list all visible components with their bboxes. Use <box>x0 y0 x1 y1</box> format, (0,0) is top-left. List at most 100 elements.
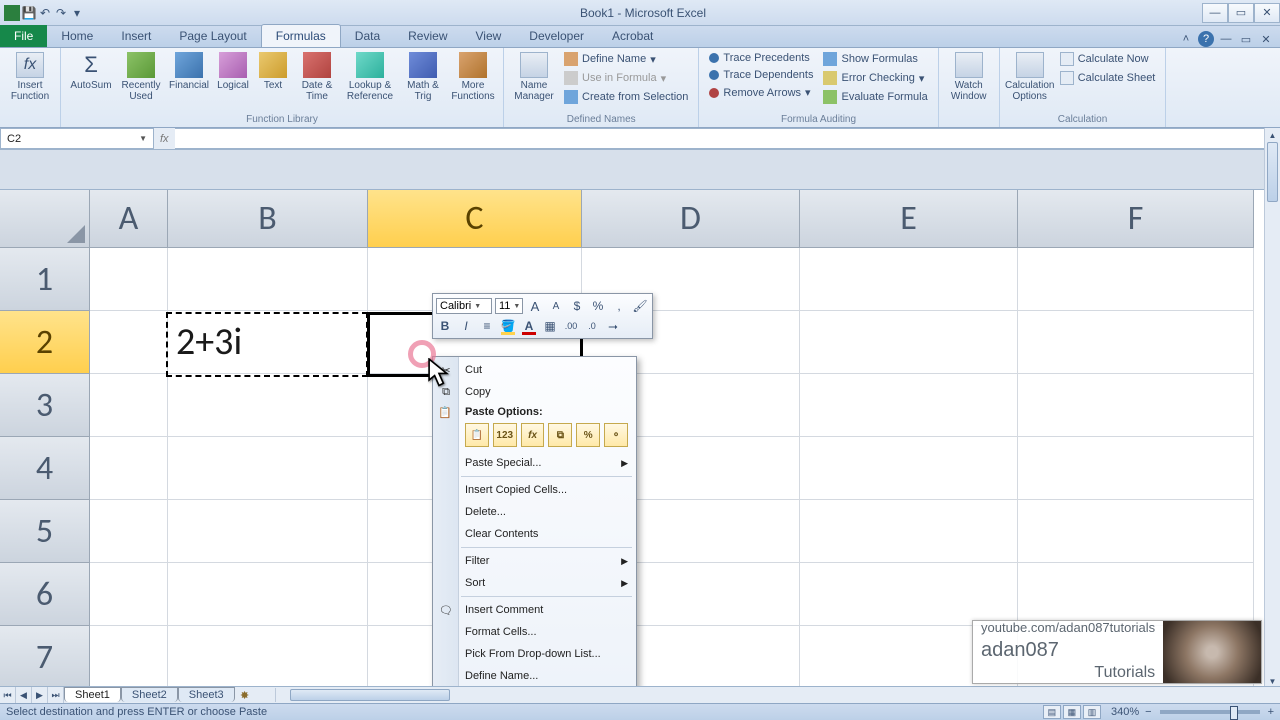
paste-all-icon[interactable]: 📋 <box>465 423 489 447</box>
font-color-icon[interactable]: A <box>520 317 538 335</box>
create-from-selection-button[interactable]: Create from Selection <box>560 88 692 106</box>
vscroll-thumb[interactable] <box>1267 142 1278 202</box>
sheet-tab-1[interactable]: Sheet1 <box>64 687 121 702</box>
view-page-break-icon[interactable]: ▥ <box>1083 705 1101 719</box>
workbook-close[interactable]: ✕ <box>1258 31 1274 47</box>
spreadsheet-grid[interactable]: A B C D E F 1 22+3i 3 4 5 6 7 <box>0 190 1280 689</box>
mini-font-select[interactable]: Calibri▼ <box>436 298 492 314</box>
qat-redo[interactable]: ↷ <box>54 6 68 20</box>
view-normal-icon[interactable]: ▤ <box>1043 705 1061 719</box>
ctx-clear[interactable]: Clear Contents <box>433 523 636 545</box>
recently-used-button[interactable]: Recently Used <box>117 50 165 104</box>
format-painter-icon[interactable]: 🖌 <box>631 297 649 315</box>
trace-precedents-button[interactable]: Trace Precedents <box>705 50 817 66</box>
paste-formulas-icon[interactable]: fx <box>521 423 545 447</box>
paste-values-icon[interactable]: 123 <box>493 423 517 447</box>
window-maximize[interactable]: ▭ <box>1228 3 1254 23</box>
row-header-3[interactable]: 3 <box>0 374 90 437</box>
formula-bar-expand[interactable] <box>0 150 1280 190</box>
new-sheet-icon[interactable]: ✸ <box>235 689 255 702</box>
workbook-minimize[interactable]: — <box>1218 31 1234 47</box>
merge-icon[interactable]: ⭢ <box>604 317 622 335</box>
zoom-out-icon[interactable]: − <box>1145 706 1151 718</box>
evaluate-formula-button[interactable]: Evaluate Formula <box>819 88 931 106</box>
col-header-e[interactable]: E <box>800 190 1018 248</box>
window-close[interactable]: ✕ <box>1254 3 1280 23</box>
date-time-button[interactable]: Date & Time <box>293 50 341 104</box>
hscroll-thumb[interactable] <box>290 689 450 701</box>
tab-view[interactable]: View <box>462 25 516 47</box>
sheet-nav-last[interactable]: ⏭ <box>48 687 64 703</box>
sheet-nav-first[interactable]: ⏮ <box>0 687 16 703</box>
help-icon[interactable]: ? <box>1198 31 1214 47</box>
decrease-decimal-icon[interactable]: .0 <box>583 317 601 335</box>
paste-link-icon[interactable]: ⚬ <box>604 423 628 447</box>
row-header-7[interactable]: 7 <box>0 626 90 689</box>
name-manager-button[interactable]: Name Manager <box>510 50 558 104</box>
col-header-f[interactable]: F <box>1018 190 1254 248</box>
math-trig-button[interactable]: Math & Trig <box>399 50 447 104</box>
grow-font-icon[interactable]: A <box>526 297 544 315</box>
tab-data[interactable]: Data <box>341 25 394 47</box>
financial-button[interactable]: Financial <box>167 50 211 93</box>
more-functions-button[interactable]: More Functions <box>449 50 497 104</box>
sheet-tab-3[interactable]: Sheet3 <box>178 687 235 702</box>
comma-icon[interactable]: , <box>610 297 628 315</box>
watch-window-button[interactable]: Watch Window <box>945 50 993 104</box>
currency-icon[interactable]: $ <box>568 297 586 315</box>
paste-formatting-icon[interactable]: % <box>576 423 600 447</box>
lookup-reference-button[interactable]: Lookup & Reference <box>343 50 397 104</box>
calculate-sheet-button[interactable]: Calculate Sheet <box>1056 69 1160 87</box>
row-header-5[interactable]: 5 <box>0 500 90 563</box>
cell-b2[interactable]: 2+3i <box>168 311 368 374</box>
select-all-corner[interactable] <box>0 190 90 248</box>
horizontal-scrollbar[interactable] <box>275 688 1280 702</box>
italic-icon[interactable]: I <box>457 317 475 335</box>
col-header-b[interactable]: B <box>168 190 368 248</box>
zoom-slider[interactable] <box>1160 710 1260 714</box>
bold-icon[interactable]: B <box>436 317 454 335</box>
view-page-layout-icon[interactable]: ▦ <box>1063 705 1081 719</box>
fill-color-icon[interactable]: 🪣 <box>499 317 517 335</box>
ctx-paste-special[interactable]: Paste Special...▶ <box>433 452 636 474</box>
row-header-6[interactable]: 6 <box>0 563 90 626</box>
ctx-delete[interactable]: Delete... <box>433 501 636 523</box>
insert-function-button[interactable]: fx Insert Function <box>6 50 54 104</box>
formula-bar[interactable] <box>175 128 1280 149</box>
increase-decimal-icon[interactable]: .00 <box>562 317 580 335</box>
tab-page-layout[interactable]: Page Layout <box>165 25 260 47</box>
calculation-options-button[interactable]: Calculation Options <box>1006 50 1054 104</box>
fx-icon[interactable]: fx <box>160 133 169 145</box>
sheet-tab-2[interactable]: Sheet2 <box>121 687 178 702</box>
trace-dependents-button[interactable]: Trace Dependents <box>705 67 817 83</box>
show-formulas-button[interactable]: Show Formulas <box>819 50 931 68</box>
ctx-copy[interactable]: ⧉Copy <box>433 381 636 403</box>
sheet-nav-next[interactable]: ▶ <box>32 687 48 703</box>
workbook-restore[interactable]: ▭ <box>1238 31 1254 47</box>
remove-arrows-button[interactable]: Remove Arrows ▾ <box>705 84 817 101</box>
tab-insert[interactable]: Insert <box>107 25 165 47</box>
paste-transpose-icon[interactable]: ⧉ <box>548 423 572 447</box>
row-header-4[interactable]: 4 <box>0 437 90 500</box>
zoom-level[interactable]: 340% <box>1111 706 1139 718</box>
borders-icon[interactable]: ▦ <box>541 317 559 335</box>
ribbon-minimize-icon[interactable]: ˄ <box>1178 31 1194 47</box>
tab-home[interactable]: Home <box>47 25 107 47</box>
col-header-c[interactable]: C <box>368 190 582 248</box>
qat-undo[interactable]: ↶ <box>38 6 52 20</box>
ctx-cut[interactable]: ✂Cut <box>433 359 636 381</box>
logical-button[interactable]: Logical <box>213 50 253 93</box>
text-button[interactable]: Text <box>255 50 291 93</box>
col-header-d[interactable]: D <box>582 190 800 248</box>
zoom-in-icon[interactable]: + <box>1268 706 1274 718</box>
scroll-up-icon[interactable]: ▲ <box>1265 128 1280 142</box>
shrink-font-icon[interactable]: A <box>547 297 565 315</box>
sheet-nav-prev[interactable]: ◀ <box>16 687 32 703</box>
tab-review[interactable]: Review <box>394 25 461 47</box>
ctx-define-name[interactable]: Define Name... <box>433 665 636 687</box>
percent-icon[interactable]: % <box>589 297 607 315</box>
row-header-1[interactable]: 1 <box>0 248 90 311</box>
ctx-format-cells[interactable]: Format Cells... <box>433 621 636 643</box>
qat-save[interactable]: 💾 <box>22 6 36 20</box>
align-icon[interactable]: ≡ <box>478 317 496 335</box>
